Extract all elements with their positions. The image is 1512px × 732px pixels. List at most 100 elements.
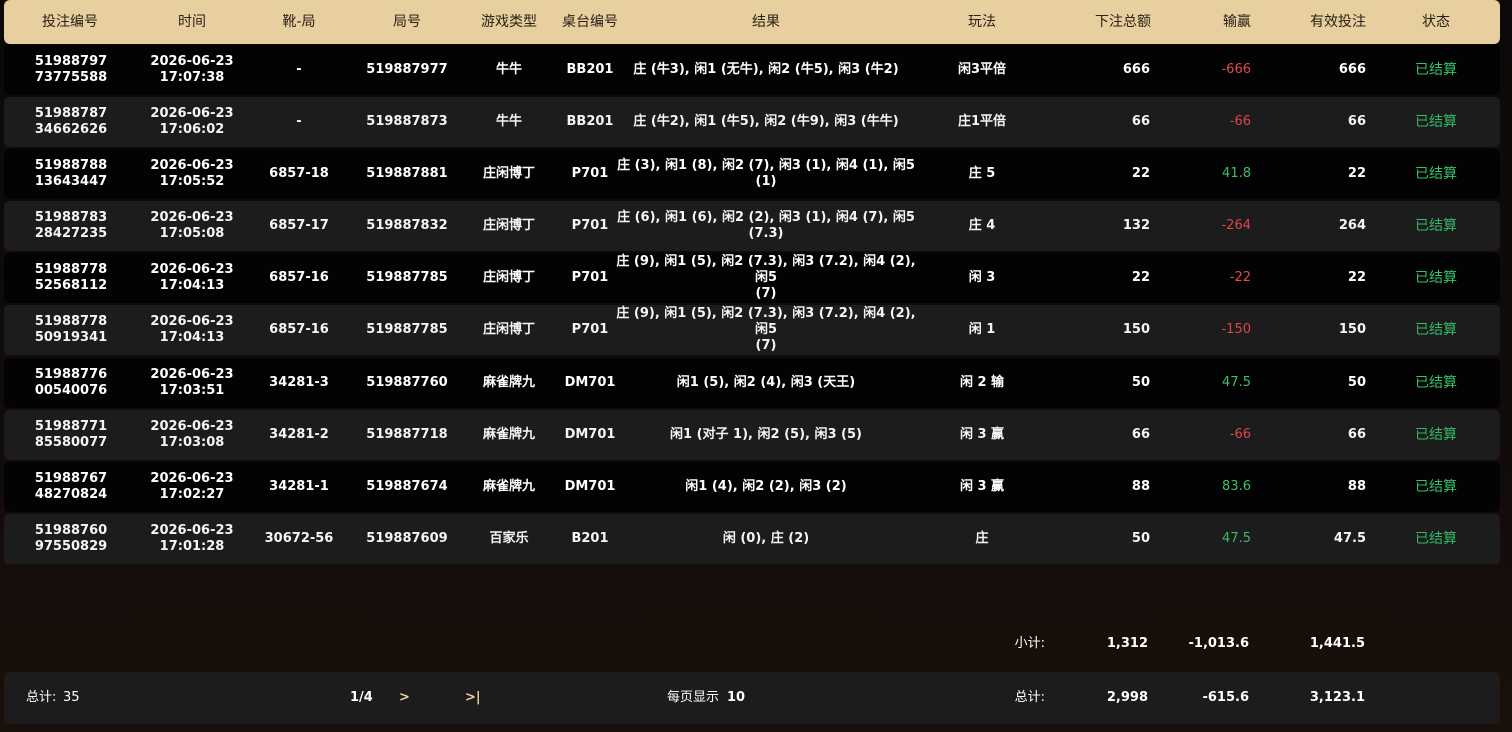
win-loss-cell: -264 — [1221, 218, 1251, 233]
time-cell: 2026-06-23 17:05:08 — [150, 210, 234, 241]
table-no-cell: P701 — [571, 218, 609, 233]
game-type-cell: 牛牛 — [495, 62, 523, 77]
time-cell: 2026-06-23 17:07:38 — [150, 54, 234, 85]
play-cell: 闲 1 — [968, 322, 996, 337]
last-page-button[interactable]: >| — [465, 688, 481, 708]
table-header: 投注编号 时间 靴-局 局号 游戏类型 桌台编号 结果 玩法 下注总额 输赢 有… — [4, 0, 1500, 44]
subtotal-row: 小计: 1,312 -1,013.6 1,441.5 — [4, 620, 1500, 668]
table-no-cell: DM701 — [564, 427, 616, 442]
bet-id-cell: 51988760 97550829 — [34, 523, 108, 554]
result-cell: 庄 (9), 闲1 (5), 闲2 (7.3), 闲3 (7.2), 闲4 (2… — [616, 306, 916, 353]
table-no-cell: B201 — [571, 531, 609, 546]
valid-bet-cell: 66 — [1347, 427, 1366, 442]
game-type-cell: 麻雀牌九 — [482, 479, 536, 494]
table-no-cell: BB201 — [566, 114, 614, 129]
bet-id-cell: 51988771 85580077 — [34, 419, 108, 450]
table-no-cell: P701 — [571, 166, 609, 181]
status-cell: 已结算 — [1415, 114, 1457, 130]
total-bet-cell: 88 — [1131, 479, 1150, 494]
valid-bet-cell: 50 — [1347, 375, 1366, 390]
total-bet-cell: 666 — [1122, 62, 1150, 77]
round-no-cell: 519887609 — [366, 531, 448, 546]
total-bet-cell: 132 — [1122, 218, 1150, 233]
grand-total-label: 总计: — [1014, 690, 1045, 705]
status-cell: 已结算 — [1415, 322, 1457, 338]
grand-total-valid: 3,123.1 — [1309, 690, 1365, 705]
play-cell: 庄 4 — [968, 218, 996, 233]
play-cell: 庄 — [975, 531, 989, 546]
win-loss-cell: 83.6 — [1222, 479, 1251, 494]
time-cell: 2026-06-23 17:01:28 — [150, 523, 234, 554]
result-cell: 闲1 (5), 闲2 (4), 闲3 (天王) — [676, 375, 856, 390]
shoe-round-cell: - — [296, 114, 302, 129]
table-no-cell: DM701 — [564, 479, 616, 494]
bet-id-cell: 51988787 34662626 — [34, 106, 108, 137]
total-bet-cell: 22 — [1131, 166, 1150, 181]
grand-total-bet: 2,998 — [1106, 690, 1148, 705]
table-row: 51988778 50919341 2026-06-23 17:04:13 6857-1… — [4, 305, 1500, 355]
subtotal-winloss: -1,013.6 — [1188, 636, 1250, 651]
status-cell: 已结算 — [1415, 375, 1457, 391]
game-type-cell: 庄闲博丁 — [482, 218, 536, 233]
table-no-cell: BB201 — [566, 62, 614, 77]
valid-bet-cell: 150 — [1338, 322, 1366, 337]
header-total-bet: 下注总额 — [1095, 14, 1151, 30]
status-cell: 已结算 — [1415, 270, 1457, 286]
round-no-cell: 519887785 — [366, 270, 448, 285]
valid-bet-cell: 88 — [1347, 479, 1366, 494]
time-cell: 2026-06-23 17:05:52 — [150, 158, 234, 189]
time-cell: 2026-06-23 17:03:08 — [150, 419, 234, 450]
header-result: 结果 — [752, 14, 780, 30]
header-bet-id: 投注编号 — [42, 14, 98, 30]
header-time: 时间 — [178, 14, 206, 30]
status-cell: 已结算 — [1415, 62, 1457, 78]
shoe-round-cell: - — [296, 62, 302, 77]
page-indicator: 1/4 — [350, 690, 373, 705]
bet-id-cell: 51988778 50919341 — [34, 314, 108, 345]
round-no-cell: 519887785 — [366, 322, 448, 337]
time-cell: 2026-06-23 17:04:13 — [150, 314, 234, 345]
round-no-cell: 519887881 — [366, 166, 448, 181]
game-type-cell: 庄闲博丁 — [482, 166, 536, 181]
shoe-round-cell: 6857-16 — [269, 322, 329, 337]
total-count: 35 — [63, 690, 80, 705]
valid-bet-cell: 47.5 — [1333, 531, 1366, 546]
total-bet-cell: 22 — [1131, 270, 1150, 285]
play-cell: 闲 3 赢 — [959, 479, 1005, 494]
header-win-loss: 输赢 — [1223, 14, 1251, 30]
status-cell: 已结算 — [1415, 479, 1457, 495]
subtotal-bet: 1,312 — [1106, 636, 1148, 651]
bet-id-cell: 51988797 73775588 — [34, 54, 108, 85]
time-cell: 2026-06-23 17:03:51 — [150, 367, 234, 398]
round-no-cell: 519887718 — [366, 427, 448, 442]
valid-bet-cell: 264 — [1338, 218, 1366, 233]
round-no-cell: 519887760 — [366, 375, 448, 390]
table-row: 51988767 48270824 2026-06-23 17:02:27 34281-… — [4, 462, 1500, 512]
table-row: 51988788 13643447 2026-06-23 17:05:52 6857-1… — [4, 149, 1500, 199]
table-row: 51988797 73775588 2026-06-23 17:07:38 - 51988… — [4, 45, 1500, 95]
shoe-round-cell: 30672-56 — [264, 531, 334, 546]
header-table-no: 桌台编号 — [562, 14, 618, 30]
valid-bet-cell: 22 — [1347, 166, 1366, 181]
bet-id-cell: 51988788 13643447 — [34, 158, 108, 189]
time-cell: 2026-06-23 17:02:27 — [150, 471, 234, 502]
header-round-no: 局号 — [393, 14, 421, 30]
result-cell: 庄 (3), 闲1 (8), 闲2 (7), 闲3 (1), 闲4 (1), 闲… — [617, 158, 915, 189]
table-row: 51988760 97550829 2026-06-23 17:01:28 30672-… — [4, 514, 1500, 564]
per-page-select[interactable]: 10 — [727, 688, 745, 708]
win-loss-cell: 41.8 — [1222, 166, 1251, 181]
win-loss-cell: 47.5 — [1222, 531, 1251, 546]
shoe-round-cell: 6857-18 — [269, 166, 329, 181]
result-cell: 庄 (9), 闲1 (5), 闲2 (7.3), 闲3 (7.2), 闲4 (2… — [616, 254, 916, 301]
table-no-cell: DM701 — [564, 375, 616, 390]
bet-id-cell: 51988783 28427235 — [34, 210, 108, 241]
play-cell: 庄1平倍 — [957, 114, 1007, 129]
game-type-cell: 牛牛 — [495, 114, 523, 129]
bet-history-page: 投注编号 时间 靴-局 局号 游戏类型 桌台编号 结果 玩法 下注总额 输赢 有… — [0, 0, 1512, 732]
shoe-round-cell: 34281-2 — [269, 427, 329, 442]
table-row: 51988783 28427235 2026-06-23 17:05:08 6857-1… — [4, 201, 1500, 251]
win-loss-cell: -666 — [1221, 62, 1251, 77]
win-loss-cell: -66 — [1229, 427, 1251, 442]
next-page-button[interactable]: > — [399, 688, 410, 708]
shoe-round-cell: 6857-17 — [269, 218, 329, 233]
